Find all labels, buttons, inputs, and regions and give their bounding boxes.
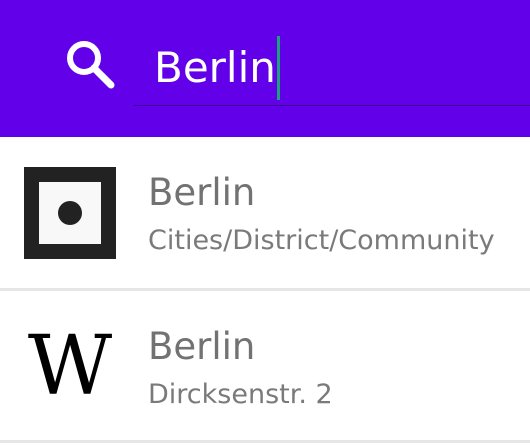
- search-icon[interactable]: [64, 38, 116, 90]
- result-title: Berlin: [148, 171, 256, 214]
- result-title: Berlin: [148, 325, 256, 368]
- search-input[interactable]: Berlin: [154, 36, 280, 100]
- wikipedia-icon: W: [24, 321, 116, 413]
- result-item[interactable]: Berlin Cities/District/Community: [0, 137, 530, 291]
- result-item[interactable]: W Berlin Dircksenstr. 2: [0, 291, 530, 443]
- result-subtitle: Dircksenstr. 2: [148, 379, 333, 410]
- search-bar: Berlin: [0, 0, 530, 137]
- location-square-icon: [24, 167, 116, 259]
- results-list: Berlin Cities/District/Community W Berli…: [0, 137, 530, 443]
- search-input-text: Berlin: [154, 43, 276, 92]
- text-caret: [276, 36, 280, 100]
- wikipedia-glyph: W: [27, 319, 113, 414]
- search-field[interactable]: Berlin: [134, 28, 530, 106]
- result-subtitle: Cities/District/Community: [148, 225, 495, 256]
